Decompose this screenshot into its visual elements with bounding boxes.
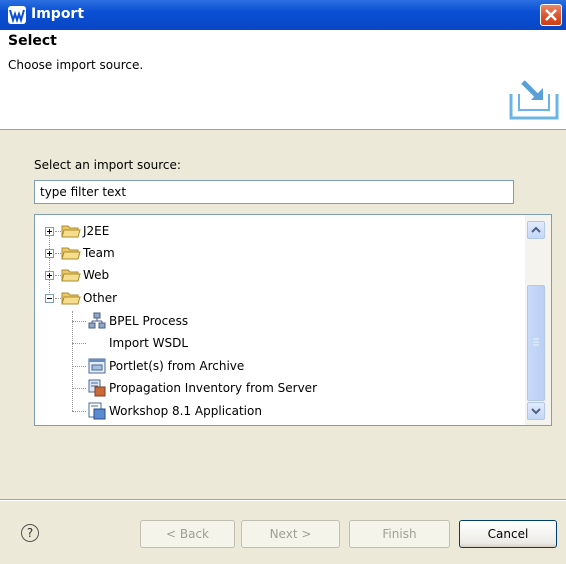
app-icon (8, 6, 26, 24)
tree-item-label: Workshop 8.1 Application (109, 404, 262, 418)
workshop-icon (88, 402, 106, 420)
portlet-icon (88, 358, 106, 374)
filter-input[interactable] (34, 180, 514, 204)
grip-icon (533, 338, 539, 346)
import-source-tree[interactable]: J2EE Team Web Other BPEL Process Import … (34, 214, 552, 426)
folder-icon (61, 247, 81, 260)
folder-open-icon (61, 292, 81, 305)
collapse-icon[interactable] (45, 294, 54, 303)
tree-item-label: Other (83, 291, 118, 305)
back-button[interactable]: < Back (140, 520, 235, 548)
propagation-icon (88, 379, 106, 397)
close-button[interactable] (540, 4, 562, 26)
next-button[interactable]: Next > (241, 520, 340, 548)
expand-icon[interactable] (45, 249, 54, 258)
tree-item-import-wsdl[interactable]: Import WSDL (35, 332, 515, 354)
tree-item-workshop-application[interactable]: Workshop 8.1 Application (35, 400, 515, 422)
page-title: Select (8, 33, 57, 49)
finish-button[interactable]: Finish (349, 520, 450, 548)
folder-icon (61, 269, 81, 282)
tree-item-web[interactable]: Web (35, 264, 515, 286)
expand-icon[interactable] (45, 271, 54, 280)
window-title: Import (31, 6, 85, 22)
expand-icon[interactable] (45, 227, 54, 236)
tree-item-label: Import WSDL (109, 336, 189, 350)
import-source-label: Select an import source: (34, 158, 181, 172)
chevron-up-icon (531, 226, 541, 233)
import-dialog: Import Select Choose import source. Sele… (0, 0, 566, 564)
chevron-down-icon (531, 408, 541, 415)
tree-item-label: Portlet(s) from Archive (109, 359, 245, 373)
scroll-up-button[interactable] (527, 221, 545, 239)
cancel-button[interactable]: Cancel (459, 520, 557, 548)
tree-item-label: Team (83, 246, 115, 260)
scroll-thumb[interactable] (527, 285, 545, 401)
tree-item-other[interactable]: Other (35, 287, 515, 309)
tree-item-j2ee[interactable]: J2EE (35, 220, 515, 242)
tree-scrollbar[interactable] (525, 215, 551, 425)
bpel-icon (88, 312, 106, 329)
tree-item-label: Web (83, 268, 110, 282)
folder-icon (61, 225, 81, 238)
tree-item-team[interactable]: Team (35, 242, 515, 264)
tree-item-label: Propagation Inventory from Server (109, 381, 318, 395)
page-description: Choose import source. (8, 58, 144, 72)
title-bar[interactable]: Import (0, 0, 566, 30)
scroll-down-button[interactable] (527, 402, 545, 420)
tree-item-label: BPEL Process (109, 314, 189, 328)
footer-separator (0, 499, 566, 501)
wizard-header (0, 30, 566, 130)
import-wizard-icon (509, 80, 559, 120)
help-button[interactable]: ? (21, 524, 39, 542)
tree-item-label: J2EE (83, 224, 110, 238)
close-icon (545, 9, 557, 21)
tree-item-bpel-process[interactable]: BPEL Process (35, 310, 515, 332)
tree-item-portlet-archive[interactable]: Portlet(s) from Archive (35, 355, 515, 377)
tree-item-propagation-inventory[interactable]: Propagation Inventory from Server (35, 377, 515, 399)
